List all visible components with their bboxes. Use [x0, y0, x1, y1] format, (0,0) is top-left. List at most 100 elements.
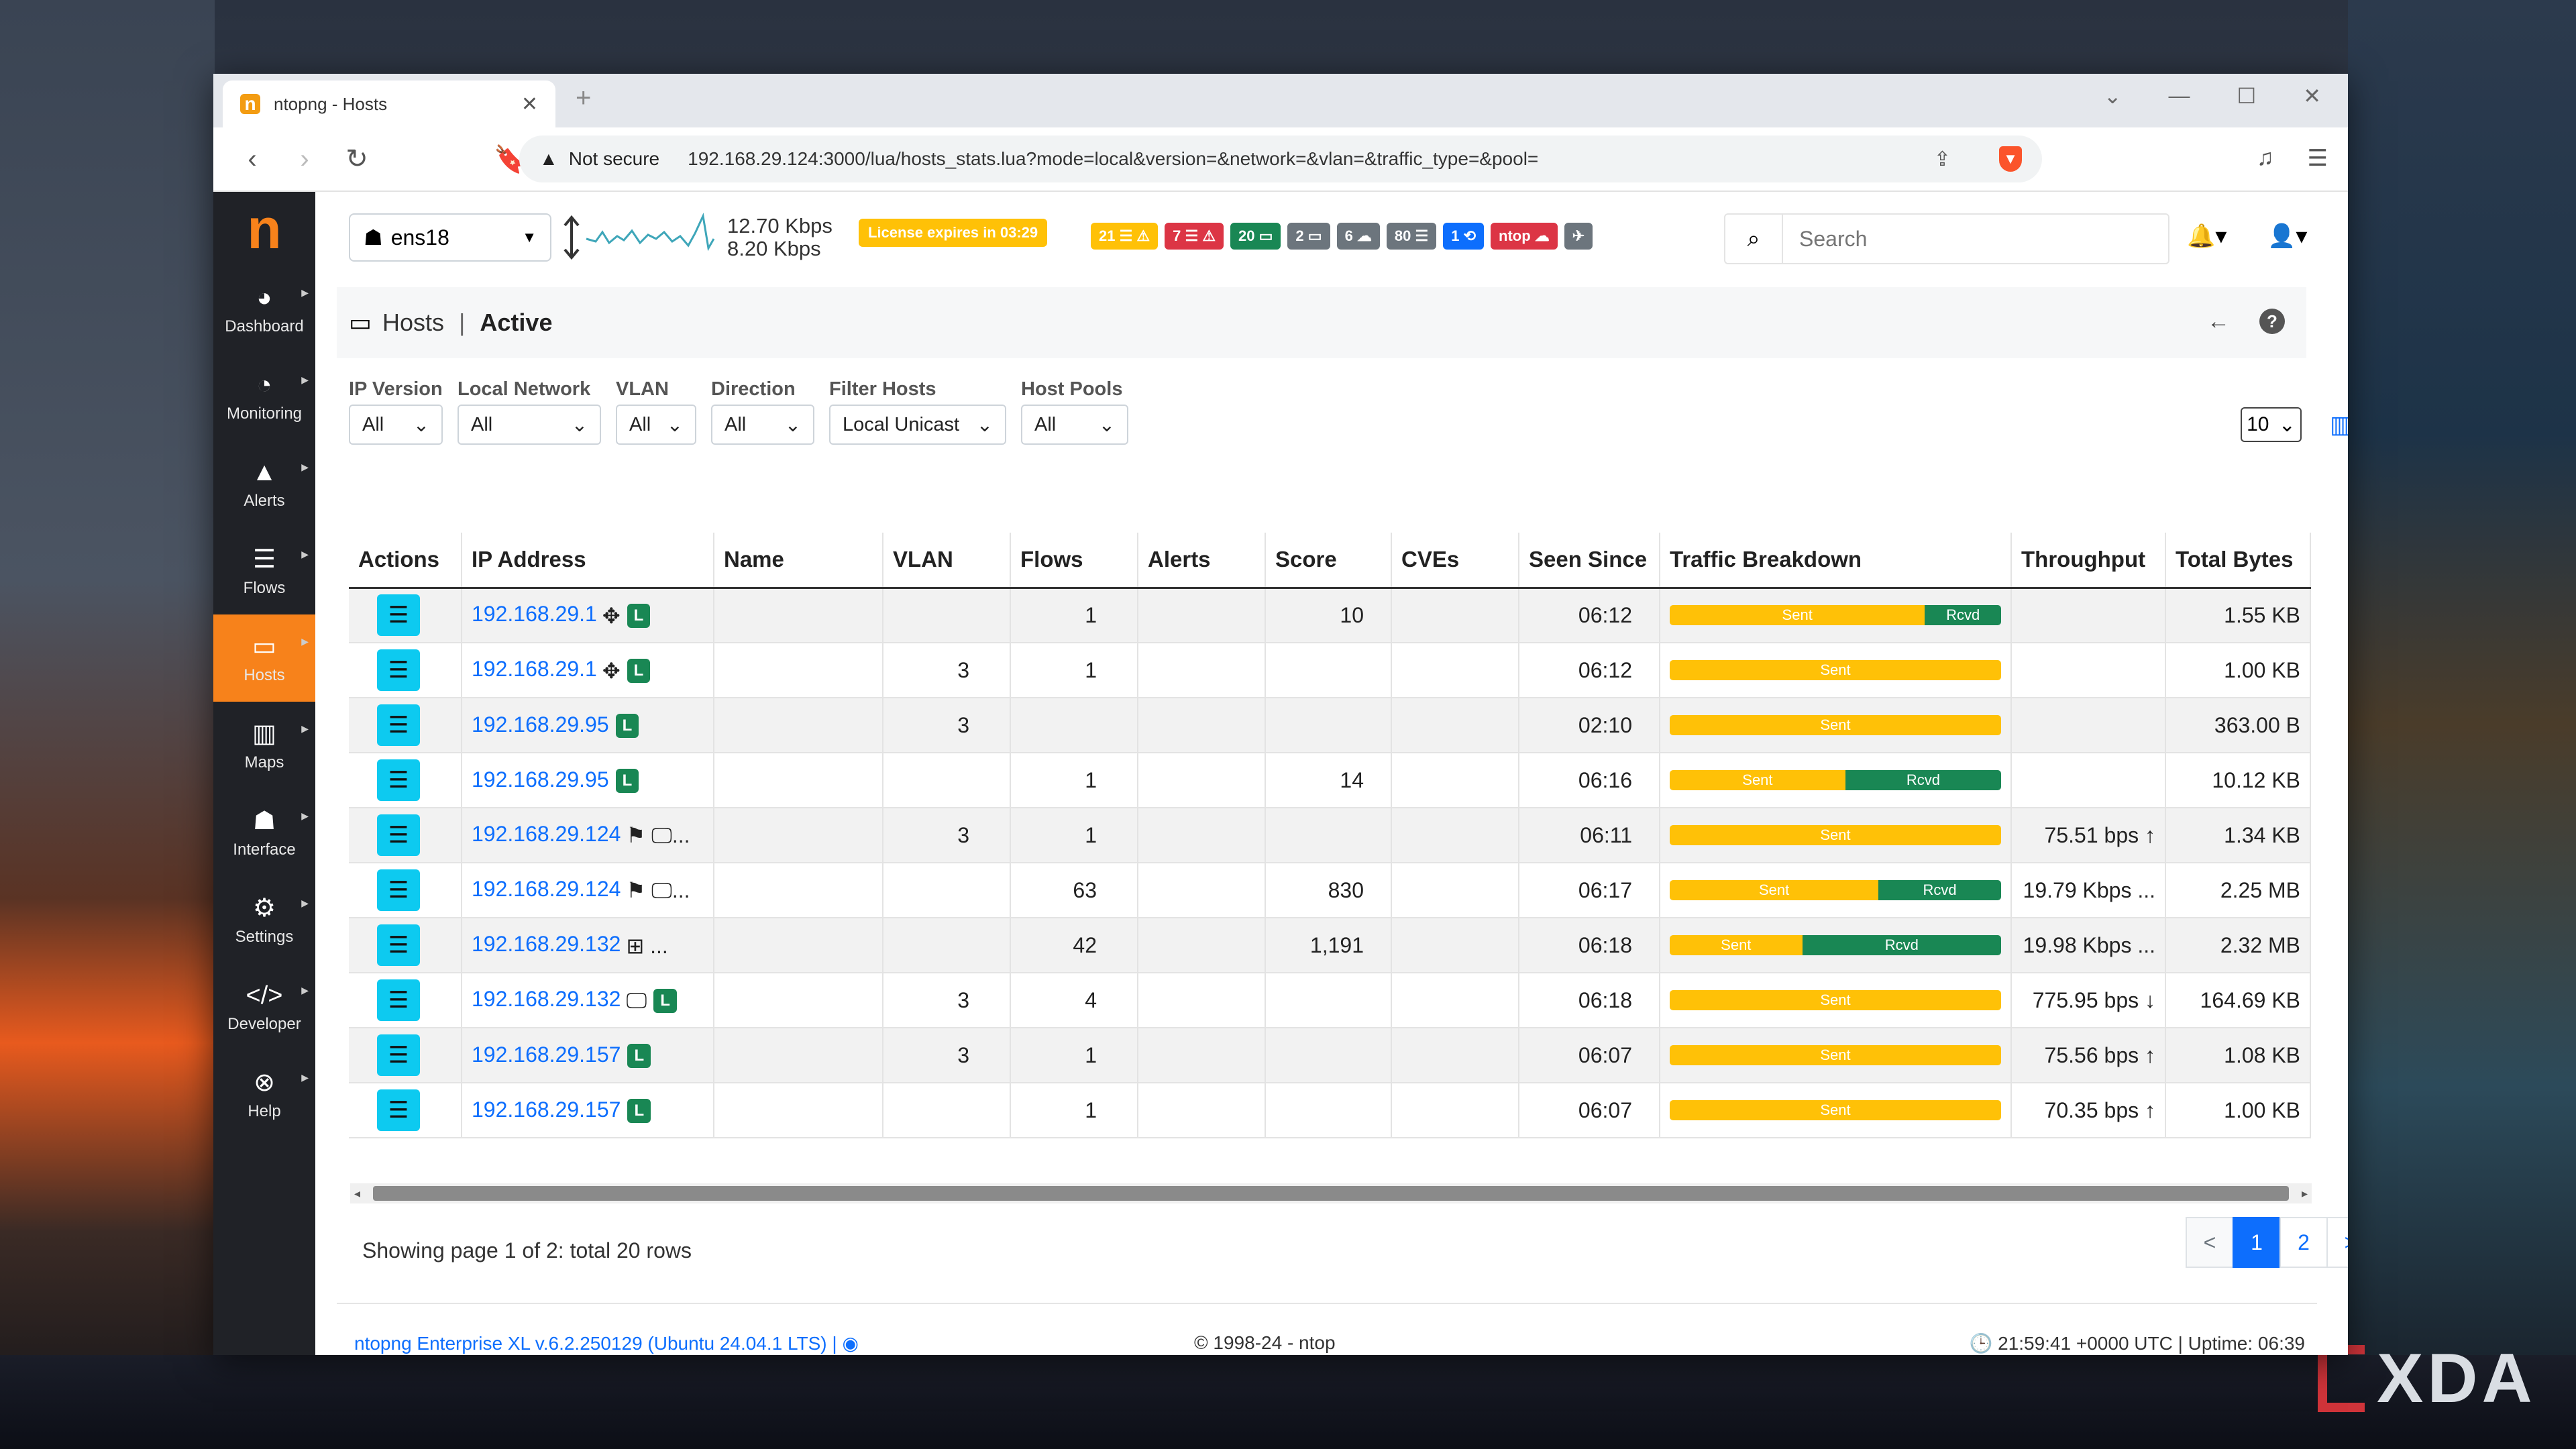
share-icon[interactable]: ⇪ [1934, 148, 1951, 171]
status-badge[interactable]: 2 ▭ [1287, 223, 1330, 250]
sidebar-item-dashboard[interactable]: ◕ Dashboard ▶ [213, 266, 315, 353]
filter-hosts-select[interactable]: Local Unicast ⌄ [829, 405, 1006, 445]
host-pools-select[interactable]: All ⌄ [1021, 405, 1128, 445]
seen-since-cell: 06:16 [1519, 753, 1660, 808]
status-badge[interactable]: 1 ⟲ [1443, 223, 1485, 250]
sidebar-item-flows[interactable]: ☰ Flows ▶ [213, 527, 315, 614]
vlan-select[interactable]: All ⌄ [616, 405, 696, 445]
col-throughput[interactable]: Throughput [2011, 533, 2166, 589]
alerts-cell [1138, 863, 1266, 918]
menu-icon[interactable]: ☰ [2308, 145, 2328, 172]
brave-shield-icon[interactable]: ▼ [1999, 146, 2022, 172]
row-actions-button[interactable]: ☰ [377, 1034, 420, 1076]
browser-tab[interactable]: n ntopng - Hosts ✕ [223, 80, 555, 127]
col-traffic-breakdown[interactable]: Traffic Breakdown [1660, 533, 2012, 589]
row-actions-button[interactable]: ☰ [377, 649, 420, 691]
row-actions-button[interactable]: ☰ [377, 979, 420, 1021]
row-actions-button[interactable]: ☰ [377, 704, 420, 746]
throughput-sparkline[interactable] [562, 212, 716, 263]
col-name[interactable]: Name [714, 533, 883, 589]
host-ip-link[interactable]: 192.168.29.95 [472, 712, 609, 737]
host-ip-link[interactable]: 192.168.29.132 [472, 987, 621, 1011]
sidebar-item-monitoring[interactable]: ◔ Monitoring ▶ [213, 353, 315, 440]
status-badge[interactable]: 7 ☰ ⚠ [1165, 223, 1224, 250]
scrollbar-thumb[interactable] [373, 1186, 2289, 1201]
status-badge[interactable]: 80 ☰ [1386, 223, 1437, 250]
license-badge[interactable]: License expires in 03:29 [859, 219, 1048, 247]
back-arrow-icon[interactable]: ← [2207, 309, 2230, 335]
ntop-logo[interactable]: n [213, 192, 315, 266]
host-ip-link[interactable]: 192.168.29.1 [472, 602, 597, 626]
close-window-icon[interactable]: ✕ [2303, 83, 2321, 109]
host-ip-link[interactable]: 192.168.29.132 [472, 932, 621, 956]
row-actions-button[interactable]: ☰ [377, 814, 420, 856]
col-ip-address[interactable]: IP Address [462, 533, 714, 589]
back-icon[interactable]: ‹ [239, 144, 266, 174]
page-prev-button[interactable]: < [2186, 1217, 2234, 1268]
forward-icon[interactable]: › [291, 144, 318, 174]
tab-search-chevron-icon[interactable]: ⌄ [2104, 83, 2122, 109]
col-total-bytes[interactable]: Total Bytes [2165, 533, 2311, 589]
page-1-button[interactable]: 1 [2233, 1217, 2281, 1268]
row-actions-button[interactable]: ☰ [377, 924, 420, 966]
new-tab-icon[interactable]: + [576, 83, 591, 113]
sidebar-item-developer[interactable]: </> Developer ▶ [213, 963, 315, 1051]
status-badge[interactable]: ntop ☁ [1491, 223, 1558, 250]
host-ip-link[interactable]: 192.168.29.124 [472, 822, 621, 846]
host-ip-link[interactable]: 192.168.29.124 [472, 877, 621, 901]
help-icon[interactable]: ? [2259, 309, 2285, 334]
status-badge[interactable]: 21 ☰ ⚠ [1091, 223, 1159, 250]
alert-icon: ▲ [252, 458, 277, 486]
media-icon[interactable]: ♫ [2257, 145, 2274, 172]
columns-icon[interactable]: ▥ [2330, 411, 2348, 439]
bookmark-icon[interactable]: 🔖 [494, 144, 527, 175]
row-actions-button[interactable]: ☰ [377, 759, 420, 801]
footer-version[interactable]: ntopng Enterprise XL v.6.2.250129 (Ubunt… [354, 1332, 859, 1354]
scroll-left-icon[interactable]: ◂ [354, 1183, 360, 1203]
status-badge[interactable]: 20 ▭ [1230, 223, 1281, 250]
page-2-button[interactable]: 2 [2279, 1217, 2328, 1268]
col-vlan[interactable]: VLAN [883, 533, 1011, 589]
ip-version-select[interactable]: All ⌄ [349, 405, 443, 445]
sidebar-item-interface[interactable]: ☗ Interface ▶ [213, 789, 315, 876]
minimize-icon[interactable]: — [2169, 83, 2190, 109]
sidebar-item-help[interactable]: ⊗ Help ▶ [213, 1051, 315, 1138]
page-next-button[interactable]: > [2326, 1217, 2348, 1268]
interface-selector[interactable]: ☗ ens18 ▼ [349, 213, 551, 262]
col-flows[interactable]: Flows [1010, 533, 1138, 589]
col-seen-since[interactable]: Seen Since [1519, 533, 1660, 589]
sidebar-item-hosts[interactable]: ▭ Hosts ▶ [213, 614, 315, 702]
scroll-right-icon[interactable]: ▸ [2302, 1183, 2308, 1203]
rows-per-page-select[interactable]: 10 ⌄ [2241, 407, 2302, 442]
host-ip-link[interactable]: 192.168.29.157 [472, 1097, 621, 1122]
sidebar-item-settings[interactable]: ⚙ Settings ▶ [213, 876, 315, 963]
host-ip-link[interactable]: 192.168.29.1 [472, 657, 597, 681]
col-cves[interactable]: CVEs [1391, 533, 1519, 589]
status-badge[interactable]: 6 ☁ [1336, 223, 1380, 250]
notifications-bell-icon[interactable]: 🔔▾ [2187, 223, 2226, 250]
reload-icon[interactable]: ↻ [343, 144, 370, 174]
user-menu-icon[interactable]: 👤▾ [2267, 223, 2307, 250]
horizontal-scrollbar[interactable]: ◂ ▸ [350, 1183, 2312, 1203]
traffic-breakdown-bar: Sent [1670, 1100, 2001, 1120]
search-icon[interactable]: ⌕ [1725, 215, 1783, 263]
sidebar-item-alerts[interactable]: ▲ Alerts ▶ [213, 440, 315, 527]
row-actions-button[interactable]: ☰ [377, 594, 420, 637]
sidebar-item-maps[interactable]: ▥ Maps ▶ [213, 702, 315, 789]
col-actions[interactable]: Actions [349, 533, 462, 589]
row-actions-button[interactable]: ☰ [377, 869, 420, 911]
status-badge[interactable]: ✈ [1564, 223, 1593, 250]
col-alerts[interactable]: Alerts [1138, 533, 1266, 589]
direction-select[interactable]: All ⌄ [711, 405, 814, 445]
vlan-cell: 3 [883, 973, 1011, 1028]
row-actions-button[interactable]: ☰ [377, 1089, 420, 1131]
url-field[interactable]: ▲ Not secure 192.168.29.124:3000/lua/hos… [519, 136, 2042, 182]
col-score[interactable]: Score [1265, 533, 1392, 589]
maximize-icon[interactable]: ☐ [2237, 83, 2257, 109]
github-icon[interactable]: ◉ [842, 1333, 858, 1354]
host-ip-link[interactable]: 192.168.29.157 [472, 1042, 621, 1067]
tab-close-icon[interactable]: ✕ [521, 93, 538, 116]
host-ip-link[interactable]: 192.168.29.95 [472, 767, 609, 792]
search-input[interactable] [1783, 226, 2159, 252]
local-network-select[interactable]: All ⌄ [458, 405, 601, 445]
